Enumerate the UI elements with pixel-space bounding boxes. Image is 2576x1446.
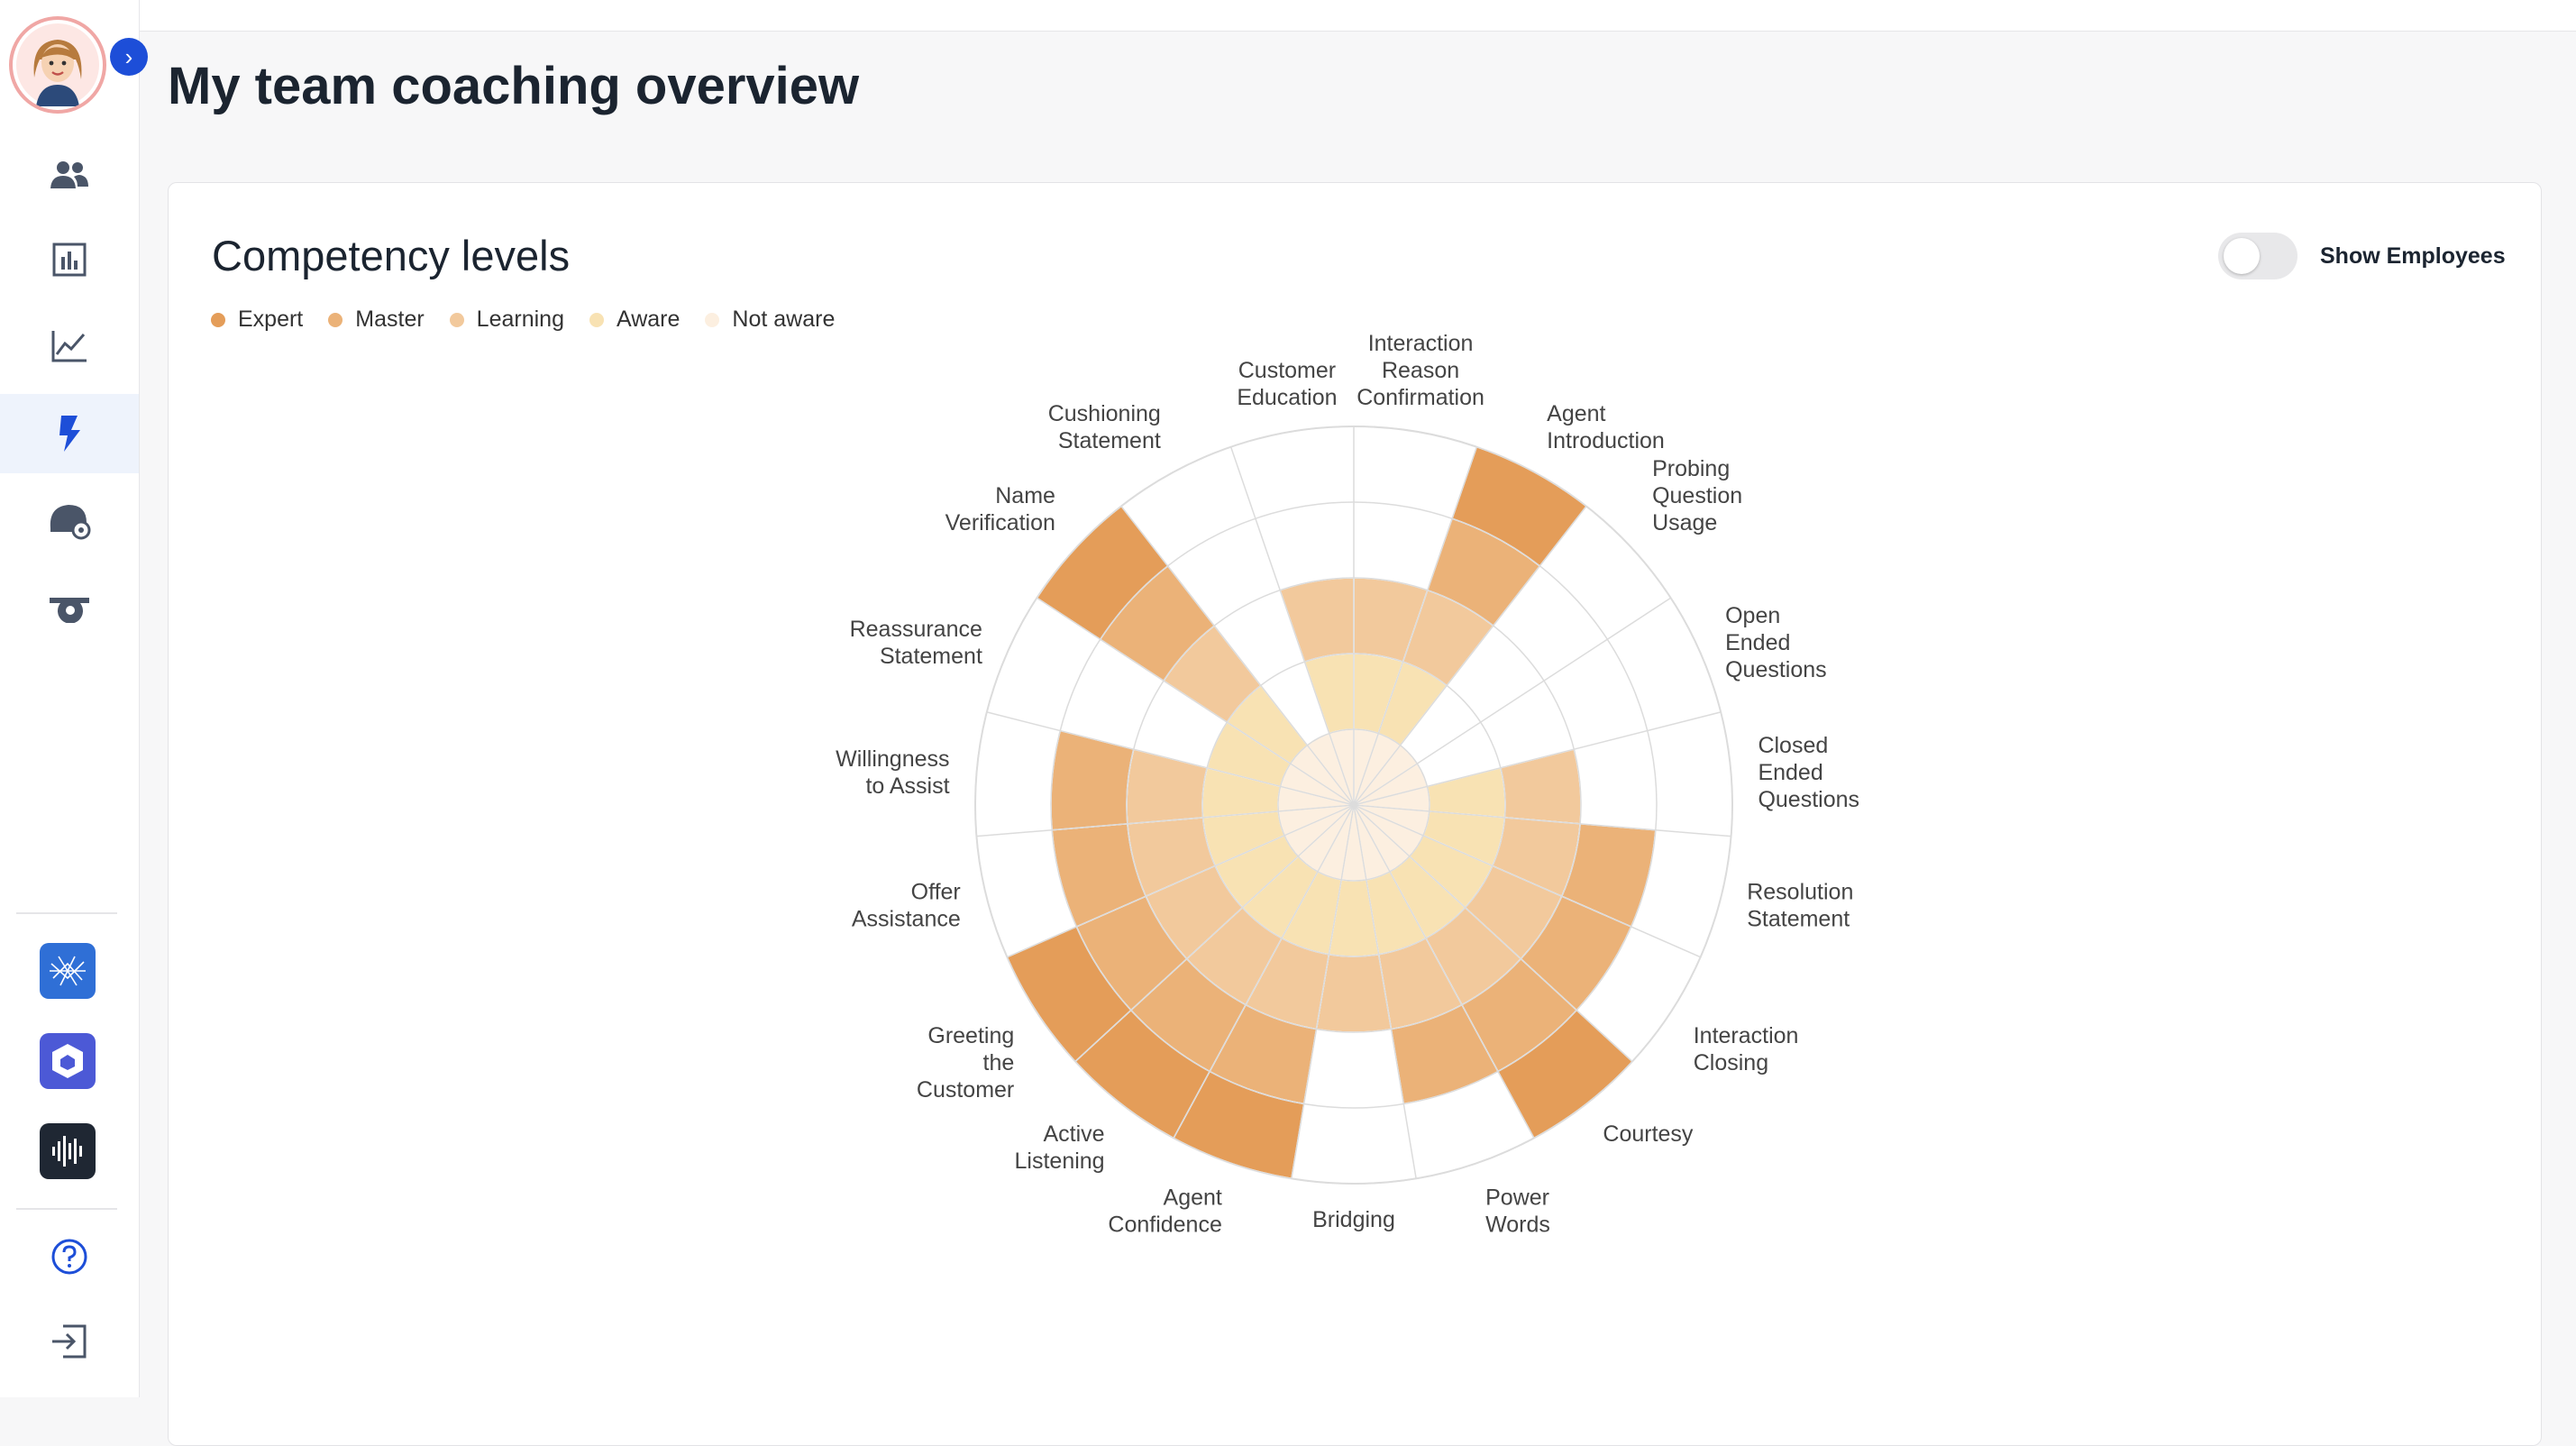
chart-legend: Expert Master Learning Aware Not aware xyxy=(211,307,835,333)
category-label-line: Bridging xyxy=(1312,1207,1395,1232)
category-label-line: Resolution xyxy=(1747,879,1853,904)
category-label-line: Interaction xyxy=(1694,1023,1799,1048)
category-label-line: Name xyxy=(995,483,1055,508)
logout-icon xyxy=(52,1324,87,1359)
help-button[interactable] xyxy=(0,1219,139,1295)
category-label-line: Offer xyxy=(911,879,961,904)
line-chart-icon xyxy=(51,331,87,362)
legend-item-aware[interactable]: Aware xyxy=(589,307,680,333)
whistle-icon xyxy=(50,598,89,623)
category-label-line: Customer xyxy=(1238,358,1336,383)
legend-item-not-aware[interactable]: Not aware xyxy=(705,307,835,333)
category-label: Bridging xyxy=(1312,1207,1395,1232)
nav-agent[interactable] xyxy=(0,481,139,561)
category-label-line: Words xyxy=(1485,1213,1550,1238)
nav-whistle[interactable] xyxy=(0,568,139,647)
legend-label: Aware xyxy=(616,307,681,332)
headset-icon xyxy=(50,505,91,540)
waveform-app-icon xyxy=(52,1136,82,1167)
network-app-icon xyxy=(50,956,86,986)
category-label-line: Ended xyxy=(1758,760,1822,785)
category-label-line: Statement xyxy=(880,644,982,669)
card-title: Competency levels xyxy=(212,232,571,279)
nav-reports[interactable] xyxy=(0,220,139,299)
avatar-image xyxy=(16,23,99,106)
help-icon xyxy=(51,1239,87,1275)
legend-item-learning[interactable]: Learning xyxy=(449,307,564,333)
category-label-line: Active xyxy=(1044,1121,1105,1147)
hexagon-app-icon xyxy=(52,1044,83,1078)
category-label: Courtesy xyxy=(1603,1121,1694,1147)
legend-dot xyxy=(705,312,720,327)
category-label-line: Reason xyxy=(1382,358,1459,383)
category-label-line: Customer xyxy=(917,1077,1014,1103)
top-bar xyxy=(139,0,2576,32)
category-label-line: Assistance xyxy=(852,906,961,931)
category-label-line: Introduction xyxy=(1547,428,1665,453)
wedge-segment[interactable] xyxy=(1315,953,1393,1033)
sidebar-divider xyxy=(16,912,117,914)
app-waveform[interactable] xyxy=(40,1123,96,1179)
category-label-line: Closing xyxy=(1694,1050,1768,1075)
category-label-line: Usage xyxy=(1652,510,1717,535)
category-label-line: Ended xyxy=(1725,630,1790,655)
legend-label: Learning xyxy=(476,307,564,332)
legend-dot xyxy=(211,312,225,327)
category-label-line: Power xyxy=(1485,1185,1549,1211)
legend-dot xyxy=(449,312,464,327)
nav-coaching[interactable] xyxy=(0,394,139,473)
toggle-knob xyxy=(2224,238,2260,274)
category-label-line: Agent xyxy=(1164,1185,1222,1211)
category-label-line: Open xyxy=(1725,603,1780,628)
legend-dot xyxy=(589,312,604,327)
category-label-line: Education xyxy=(1237,385,1337,410)
user-avatar[interactable] xyxy=(9,16,106,114)
category-label-line: Greeting xyxy=(927,1023,1014,1048)
people-icon xyxy=(50,161,88,188)
category-label-line: Verification xyxy=(945,510,1055,535)
chevron-right-icon: › xyxy=(124,42,133,70)
legend-label: Not aware xyxy=(732,307,836,332)
category-label-line: to Assist xyxy=(865,773,949,799)
page-title: My team coaching overview xyxy=(168,57,860,115)
category-label-line: the xyxy=(983,1050,1015,1075)
category-label-line: Cushioning xyxy=(1048,401,1161,426)
category-label-line: Questions xyxy=(1758,787,1859,812)
app-hexagon[interactable] xyxy=(40,1033,96,1089)
category-label-line: Statement xyxy=(1747,906,1850,931)
category-label-line: Listening xyxy=(1015,1149,1105,1174)
app-network[interactable] xyxy=(40,943,96,999)
category-label-line: Confirmation xyxy=(1357,385,1484,410)
legend-label: Master xyxy=(355,307,425,332)
sidebar-expand-button[interactable]: › xyxy=(110,38,148,76)
category-label-line: Closed xyxy=(1758,733,1828,758)
bar-chart-icon xyxy=(52,243,87,277)
category-label-line: Willingness xyxy=(836,746,949,772)
legend-item-expert[interactable]: Expert xyxy=(211,307,303,333)
logout-button[interactable] xyxy=(0,1304,139,1379)
category-label-line: Statement xyxy=(1058,428,1161,453)
category-label-line: Courtesy xyxy=(1603,1121,1694,1147)
sidebar-divider xyxy=(16,1208,117,1210)
nav-team[interactable] xyxy=(0,135,139,215)
show-employees-toggle[interactable] xyxy=(2218,233,2297,279)
category-label-line: Agent xyxy=(1547,401,1605,426)
category-label-line: Question xyxy=(1652,483,1742,508)
nav-trends[interactable] xyxy=(0,307,139,386)
legend-dot xyxy=(328,312,343,327)
category-label-line: Reassurance xyxy=(850,617,982,642)
category-label-line: Questions xyxy=(1725,657,1827,682)
lightning-icon xyxy=(59,416,80,452)
legend-item-master[interactable]: Master xyxy=(328,307,425,333)
category-label-line: Probing xyxy=(1652,456,1730,481)
category-label-line: Confidence xyxy=(1108,1213,1221,1238)
show-employees-label: Show Employees xyxy=(2320,243,2506,269)
sidebar: › xyxy=(0,0,148,1397)
legend-label: Expert xyxy=(238,307,304,332)
category-label-line: Interaction xyxy=(1368,331,1474,356)
